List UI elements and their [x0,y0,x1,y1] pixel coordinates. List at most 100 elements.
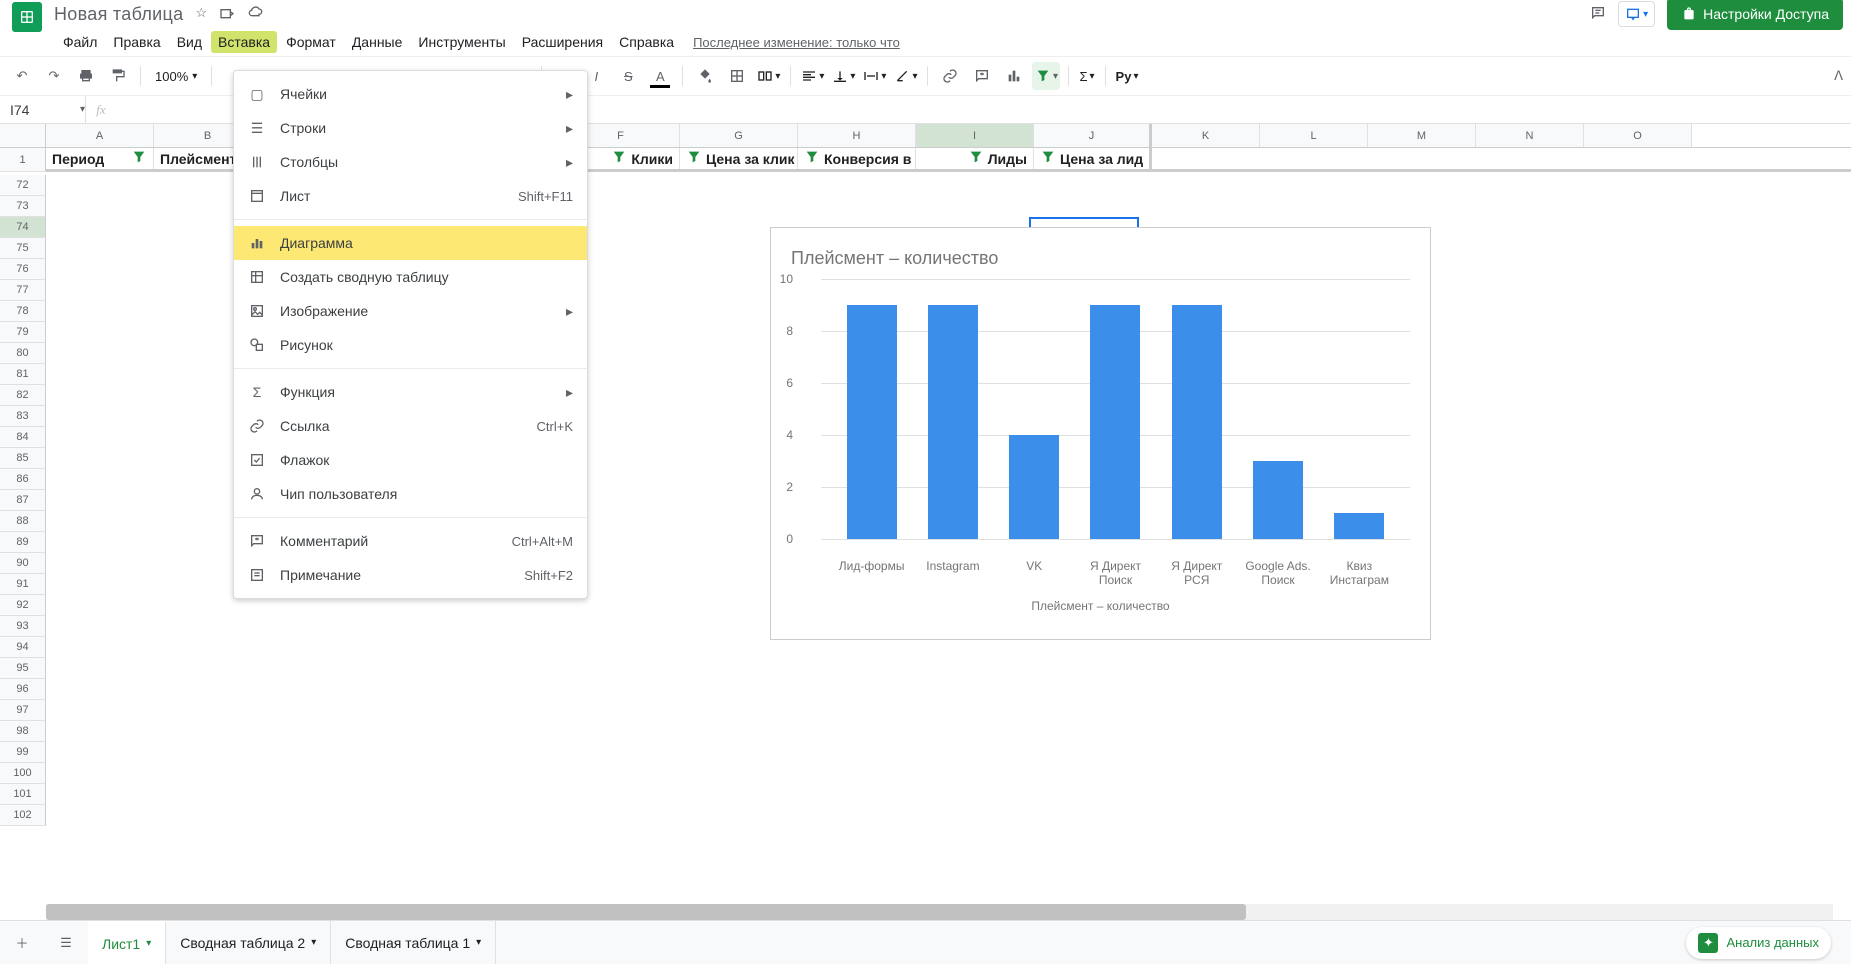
sheets-logo[interactable] [12,2,42,32]
star-icon[interactable]: ☆ [195,5,207,24]
text-color-button[interactable]: A [646,62,674,90]
wrap-button[interactable]: ▾ [861,68,888,84]
col-header[interactable]: M [1368,124,1476,147]
row-header[interactable]: 77 [0,280,46,301]
row-header[interactable]: 85 [0,448,46,469]
menu-image[interactable]: Изображение▸ [234,294,587,328]
bar[interactable] [1334,513,1384,539]
paint-format-button[interactable] [104,62,132,90]
rotate-button[interactable]: ▾ [892,68,919,84]
collapse-toolbar-icon[interactable]: ᐱ [1834,68,1843,84]
row-header[interactable]: 102 [0,805,46,826]
chart-object[interactable]: Плейсмент – количество 0246810 Лид-формы… [770,227,1431,640]
menu-справка[interactable]: Справка [612,31,681,53]
menu-инструменты[interactable]: Инструменты [411,31,512,53]
valign-button[interactable]: ▾ [830,68,857,84]
row-header[interactable]: 92 [0,595,46,616]
analyze-data-button[interactable]: ✦ Анализ данных [1686,927,1831,959]
filter-button[interactable]: ▾ [1032,62,1060,90]
row-header[interactable]: 89 [0,532,46,553]
bar[interactable] [1172,305,1222,539]
add-sheet-button[interactable]: ＋ [0,921,44,964]
row-header[interactable]: 78 [0,301,46,322]
menu-вставка[interactable]: Вставка [211,31,277,53]
comments-icon[interactable] [1590,5,1606,24]
bar[interactable] [1090,305,1140,539]
row-header[interactable]: 76 [0,259,46,280]
filter-icon[interactable] [1040,149,1056,168]
row-header[interactable]: 73 [0,196,46,217]
filter-icon[interactable] [804,149,820,168]
row-header[interactable]: 100 [0,763,46,784]
col-header[interactable]: L [1260,124,1368,147]
col-header[interactable]: I [916,124,1034,147]
fill-color-button[interactable] [691,62,719,90]
row-header[interactable]: 101 [0,784,46,805]
row-header[interactable]: 82 [0,385,46,406]
row-header[interactable]: 80 [0,343,46,364]
row-header[interactable]: 97 [0,700,46,721]
menu-function[interactable]: ΣФункция▸ [234,375,587,409]
menu-comment[interactable]: КомментарийCtrl+Alt+M [234,524,587,558]
bar[interactable] [1253,461,1303,539]
bar[interactable] [928,305,978,539]
link-button[interactable] [936,62,964,90]
comment-button[interactable] [968,62,996,90]
filter-icon[interactable] [686,149,702,168]
borders-button[interactable] [723,62,751,90]
menu-cells[interactable]: ▢Ячейки▸ [234,77,587,111]
sheet-tab[interactable]: Сводная таблица 2▾ [166,921,331,964]
menu-вид[interactable]: Вид [170,31,209,53]
row-header[interactable]: 79 [0,322,46,343]
col-header[interactable]: K [1152,124,1260,147]
name-box[interactable]: I74▾ [0,96,86,123]
row-header[interactable]: 75 [0,238,46,259]
move-icon[interactable] [219,5,235,24]
merge-cells-button[interactable]: ▾ [755,68,782,84]
bar[interactable] [1009,435,1059,539]
row-header[interactable]: 93 [0,616,46,637]
row-header[interactable]: 95 [0,658,46,679]
menu-файл[interactable]: Файл [56,31,104,53]
select-all-corner[interactable] [0,124,46,147]
row-header[interactable]: 1 [0,148,46,172]
row-header[interactable]: 91 [0,574,46,595]
insert-chart-button[interactable] [1000,62,1028,90]
document-name[interactable]: Новая таблица [54,4,183,25]
present-button[interactable]: ▾ [1618,1,1655,27]
col-header[interactable]: H [798,124,916,147]
menu-правка[interactable]: Правка [106,31,167,53]
col-header[interactable]: A [46,124,154,147]
menu-chip[interactable]: Чип пользователя [234,477,587,511]
sheet-tab[interactable]: Лист1▾ [88,921,166,964]
share-button[interactable]: Настройки Доступа [1667,0,1843,30]
row-header[interactable]: 88 [0,511,46,532]
row-header[interactable]: 83 [0,406,46,427]
menu-rows[interactable]: ☰Строки▸ [234,111,587,145]
last-edit[interactable]: Последнее изменение: только что [693,35,900,50]
halign-button[interactable]: ▾ [799,68,826,84]
zoom-selector[interactable]: 100%▾ [149,69,203,84]
col-header[interactable]: J [1034,124,1152,147]
filter-icon[interactable] [131,149,147,168]
menu-pivot[interactable]: Создать сводную таблицу [234,260,587,294]
menu-расширения[interactable]: Расширения [515,31,610,53]
menu-формат[interactable]: Формат [279,31,343,53]
strikethrough-button[interactable]: S [614,62,642,90]
menu-sheet[interactable]: ЛистShift+F11 [234,179,587,213]
col-header[interactable]: G [680,124,798,147]
col-header[interactable]: N [1476,124,1584,147]
sheet-tab[interactable]: Сводная таблица 1▾ [331,921,496,964]
row-header[interactable]: 98 [0,721,46,742]
row-header[interactable]: 96 [0,679,46,700]
addons-button[interactable]: Ру▾ [1114,69,1141,84]
bar[interactable] [847,305,897,539]
row-header[interactable]: 94 [0,637,46,658]
menu-cols[interactable]: Столбцы▸ [234,145,587,179]
menu-checkbox[interactable]: Флажок [234,443,587,477]
functions-button[interactable]: Σ▾ [1077,69,1096,84]
redo-button[interactable]: ↷ [40,62,68,90]
menu-drawing[interactable]: Рисунок [234,328,587,362]
row-header[interactable]: 90 [0,553,46,574]
row-header[interactable]: 86 [0,469,46,490]
